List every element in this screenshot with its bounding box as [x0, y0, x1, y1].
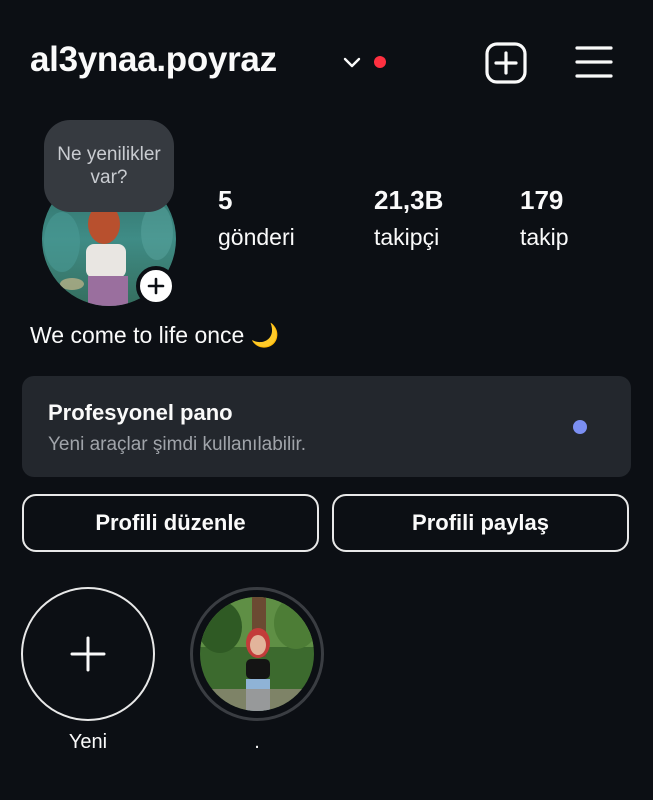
following-stat[interactable]: 179 takip	[520, 184, 569, 252]
highlight-story[interactable]: .	[189, 587, 325, 755]
posts-count: 5	[218, 185, 233, 215]
plus-icon	[147, 277, 165, 295]
chevron-down-icon[interactable]	[342, 52, 362, 72]
following-label: takip	[520, 224, 569, 250]
highlight-cover-image	[200, 597, 314, 711]
notification-dot	[374, 56, 386, 68]
dashboard-title: Profesyonel pano	[48, 400, 233, 425]
followers-stat[interactable]: 21,3B takipçi	[374, 184, 443, 252]
plus-square-icon[interactable]	[485, 42, 527, 84]
new-indicator-dot	[573, 420, 587, 434]
profile-bio: We come to life once 🌙	[30, 322, 280, 348]
posts-stat[interactable]: 5 gönderi	[218, 184, 295, 252]
add-story-button[interactable]	[136, 266, 176, 306]
dashboard-subtitle: Yeni araçlar şimdi kullanılabilir.	[48, 434, 307, 455]
share-profile-button[interactable]: Profili paylaş	[332, 494, 629, 552]
new-highlight-circle[interactable]	[21, 587, 155, 721]
note-bubble[interactable]: Ne yenilikler var?	[44, 120, 174, 212]
plus-icon	[70, 636, 106, 672]
followers-count: 21,3B	[374, 185, 444, 215]
profile-header: al3ynaa.poyraz	[30, 38, 623, 88]
story-highlight-circle[interactable]	[190, 587, 324, 721]
highlight-label: .	[254, 731, 260, 753]
following-count: 179	[520, 185, 564, 215]
followers-label: takipçi	[374, 224, 440, 250]
professional-dashboard-card[interactable]: Profesyonel pano Yeni araçlar şimdi kull…	[22, 376, 631, 477]
posts-label: gönderi	[218, 224, 295, 250]
username[interactable]: al3ynaa.poyraz	[30, 40, 277, 80]
hamburger-menu-icon[interactable]	[575, 44, 613, 80]
highlight-new[interactable]: Yeni	[20, 587, 156, 755]
edit-profile-button[interactable]: Profili düzenle	[22, 494, 319, 552]
highlight-label: Yeni	[68, 731, 108, 753]
